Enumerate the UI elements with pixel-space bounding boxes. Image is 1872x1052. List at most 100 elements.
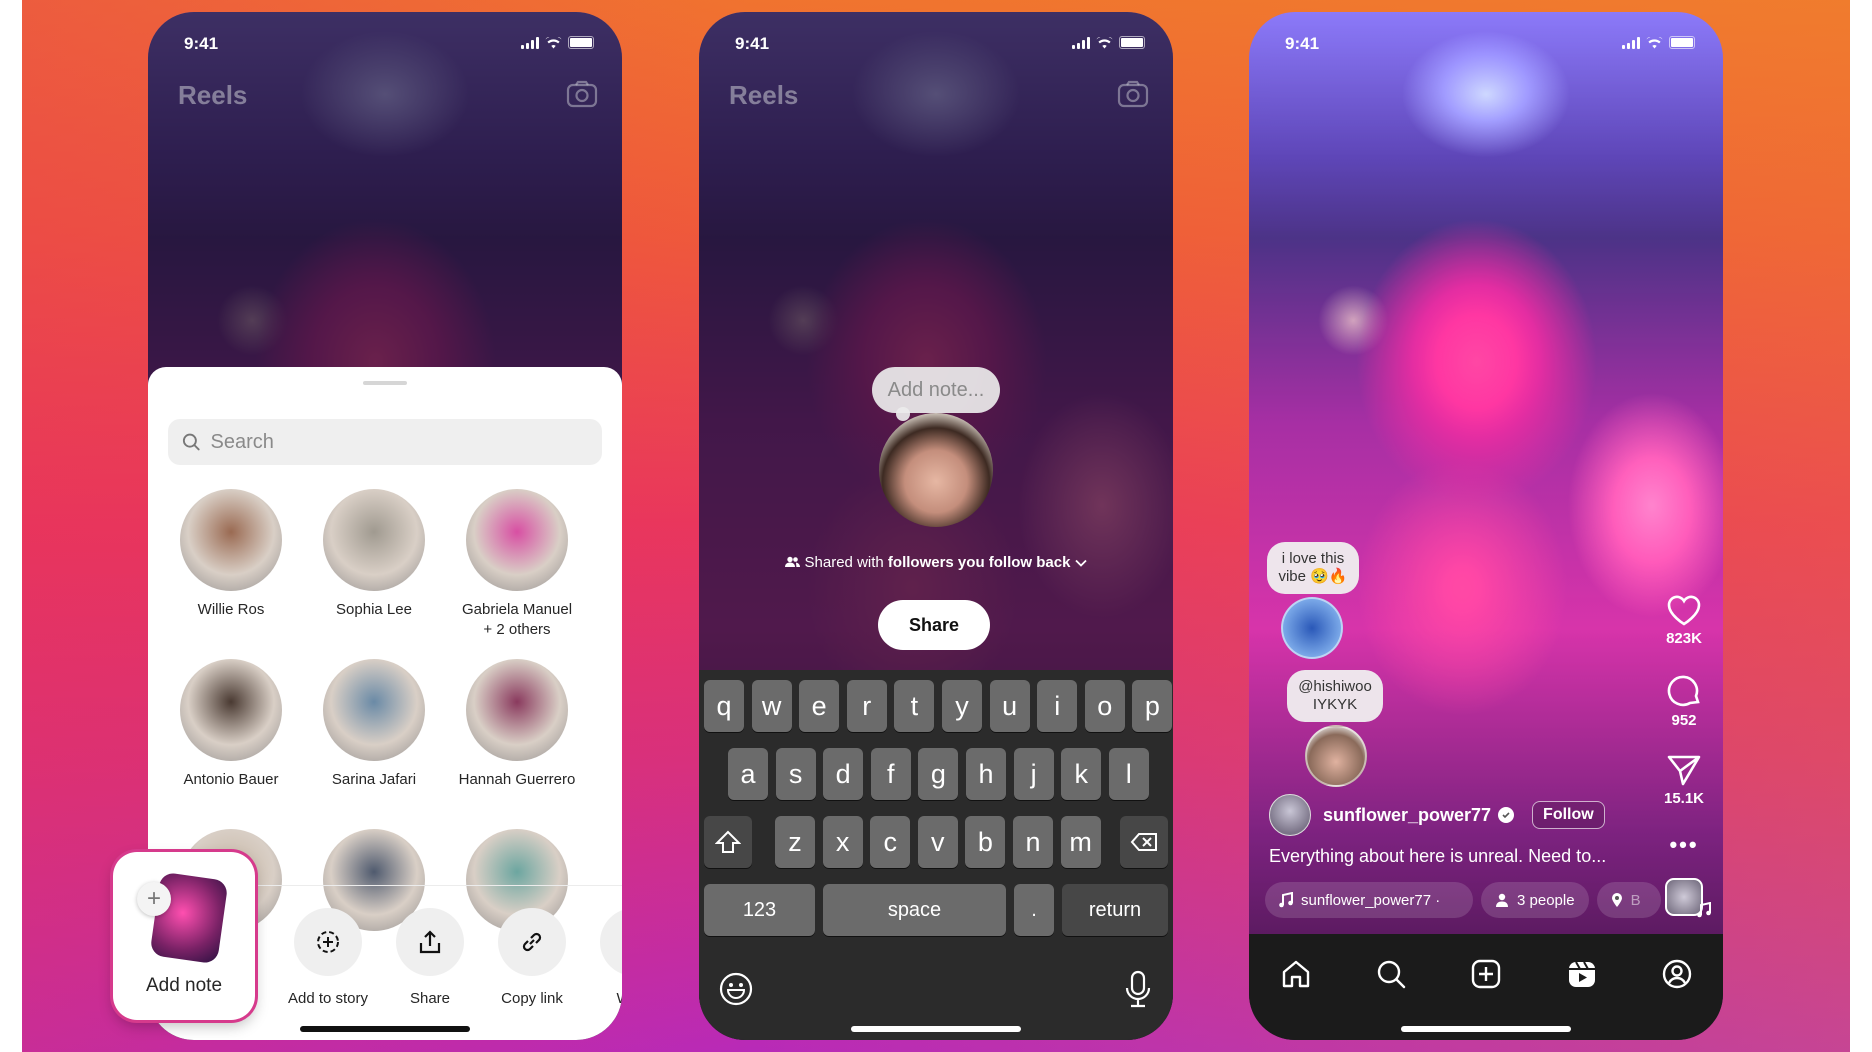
contact-name: Gabriela Manuel <box>461 601 573 618</box>
more-options-icon[interactable]: ••• <box>1659 832 1709 858</box>
location-pin-icon <box>1611 893 1622 907</box>
note-bubble[interactable]: i love this vibe 🥹🔥 <box>1267 542 1359 594</box>
key-t[interactable]: t <box>894 680 935 732</box>
author-username[interactable]: sunflower_power77 <box>1323 805 1491 826</box>
contact-item[interactable]: Sarina Jafari <box>299 659 449 790</box>
status-time: 9:41 <box>1285 34 1320 53</box>
contact-subtitle: + 2 others <box>483 621 551 638</box>
camera-icon[interactable] <box>566 80 598 108</box>
nav-search[interactable] <box>1371 954 1411 994</box>
key-p[interactable]: p <box>1132 680 1173 732</box>
space-key[interactable]: space <box>823 884 1006 936</box>
location-chip[interactable]: B <box>1596 882 1661 918</box>
status-time: 9:41 <box>735 34 770 53</box>
search-input[interactable] <box>208 429 602 455</box>
period-key[interactable]: . <box>1014 884 1054 936</box>
share-button[interactable]: Share <box>380 908 480 1007</box>
contact-avatar <box>466 659 568 761</box>
battery-icon <box>568 36 594 49</box>
signal-icon <box>1622 36 1640 49</box>
link-icon <box>522 932 542 952</box>
key-c[interactable]: c <box>870 816 911 868</box>
audience-selector[interactable]: Shared with followers you follow back <box>699 554 1173 571</box>
contact-item[interactable]: Willie Ros <box>156 489 306 620</box>
key-l[interactable]: l <box>1108 748 1149 800</box>
wifi-icon <box>1096 36 1113 48</box>
key-h[interactable]: h <box>966 748 1006 800</box>
tagged-people-chip[interactable]: 3 people <box>1481 882 1589 918</box>
comment-icon <box>1667 675 1700 707</box>
microphone-icon[interactable] <box>1125 970 1151 1008</box>
nav-home[interactable] <box>1276 954 1316 994</box>
audio-chip[interactable]: sunflower_power77 · <box>1265 882 1473 918</box>
backspace-key[interactable] <box>1120 816 1168 868</box>
add-to-story-button[interactable]: Add to story <box>278 908 378 1007</box>
copy-link-button[interactable]: Copy link <box>482 908 582 1007</box>
nav-profile[interactable] <box>1657 954 1697 994</box>
keyboard: qwertyuiop asdfghjkl zxcvbnm 123 space .… <box>699 670 1173 1040</box>
key-g[interactable]: g <box>918 748 959 800</box>
location-label: B <box>1630 891 1641 909</box>
note-avatar[interactable] <box>1305 725 1367 787</box>
key-w[interactable]: w <box>751 680 792 732</box>
send-button[interactable]: 15.1K <box>1659 754 1709 807</box>
key-u[interactable]: u <box>989 680 1030 732</box>
share-note-button[interactable]: Share <box>878 600 990 650</box>
contact-avatar <box>466 489 568 591</box>
people-label: 3 people <box>1517 891 1575 909</box>
contact-item[interactable]: Hannah Guerrero <box>442 659 592 790</box>
contact-item[interactable]: Sophia Lee <box>299 489 449 620</box>
keyboard-row-3: zxcvbnm <box>699 816 1173 868</box>
verified-badge-icon <box>1498 807 1515 823</box>
key-q[interactable]: q <box>704 680 744 732</box>
shift-key[interactable] <box>704 816 752 868</box>
key-d[interactable]: d <box>823 748 864 800</box>
key-r[interactable]: r <box>846 680 887 732</box>
key-m[interactable]: m <box>1060 816 1101 868</box>
add-note-button[interactable]: + Add note <box>113 852 255 1020</box>
return-key[interactable]: return <box>1062 884 1168 936</box>
key-j[interactable]: j <box>1013 748 1054 800</box>
key-s[interactable]: s <box>775 748 816 800</box>
note-bubble[interactable]: @hishiwoo IYKYK <box>1287 670 1383 722</box>
key-i[interactable]: i <box>1037 680 1078 732</box>
sheet-grab-handle[interactable] <box>363 381 407 385</box>
reels-title: Reels <box>729 80 799 110</box>
keyboard-row-1: qwertyuiop <box>699 680 1173 732</box>
music-note-icon <box>1279 892 1293 908</box>
nav-reels[interactable] <box>1562 954 1602 994</box>
reel-caption[interactable]: Everything about here is unreal. Need to… <box>1269 846 1606 867</box>
search-bar[interactable] <box>168 419 602 465</box>
comment-button[interactable]: 952 <box>1659 672 1709 729</box>
key-k[interactable]: k <box>1061 748 1102 800</box>
follow-button[interactable]: Follow <box>1532 801 1605 829</box>
author-avatar[interactable] <box>1269 794 1311 836</box>
person-icon <box>1496 893 1508 907</box>
share-icon <box>419 930 441 954</box>
whatsapp-button[interactable]: What <box>584 908 622 1007</box>
emoji-icon[interactable] <box>719 972 753 1006</box>
key-n[interactable]: n <box>1013 816 1053 868</box>
status-time: 9:41 <box>184 34 219 53</box>
like-button[interactable]: 823K <box>1659 594 1709 647</box>
contact-name: Sophia Lee <box>336 601 412 618</box>
note-avatar[interactable] <box>1281 597 1343 659</box>
key-v[interactable]: v <box>917 816 958 868</box>
camera-icon[interactable] <box>1117 80 1149 108</box>
wifi-icon <box>1646 36 1663 48</box>
key-x[interactable]: x <box>822 816 863 868</box>
contact-item[interactable]: Antonio Bauer <box>156 659 306 790</box>
contact-name: Hannah Guerrero <box>458 771 576 788</box>
key-b[interactable]: b <box>965 816 1006 868</box>
key-z[interactable]: z <box>775 816 815 868</box>
key-f[interactable]: f <box>870 748 911 800</box>
key-a[interactable]: a <box>728 748 768 800</box>
numbers-key[interactable]: 123 <box>704 884 815 936</box>
action-label: What <box>584 990 622 1007</box>
key-e[interactable]: e <box>799 680 840 732</box>
key-o[interactable]: o <box>1084 680 1125 732</box>
note-input[interactable]: Add note... <box>872 367 1000 421</box>
nav-create[interactable] <box>1466 954 1506 994</box>
key-y[interactable]: y <box>942 680 982 732</box>
contact-item[interactable]: Gabriela Manuel + 2 others <box>442 489 592 640</box>
